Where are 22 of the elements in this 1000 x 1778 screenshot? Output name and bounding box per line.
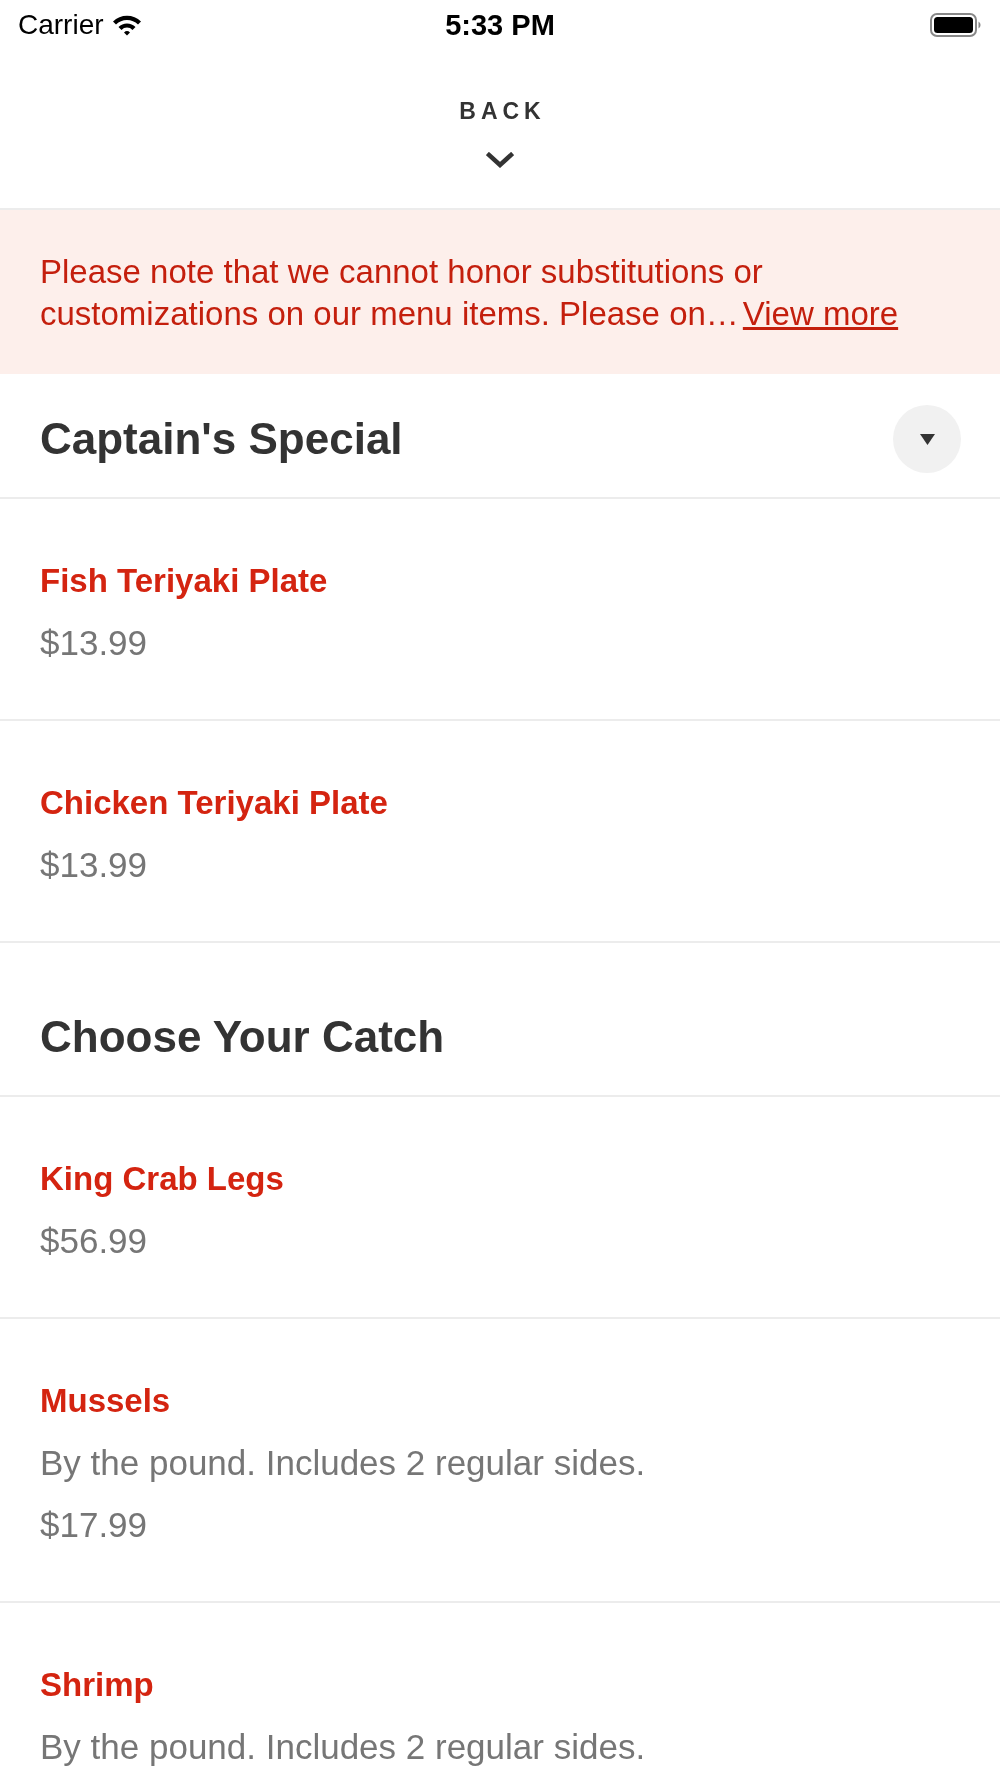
item-name[interactable]: King Crab Legs <box>40 1160 960 1198</box>
notice-text: Please note that we cannot honor substitutions or customizations on our menu items. Please on…View more <box>40 252 900 334</box>
item-price: $13.99 <box>40 624 149 662</box>
item-price: $56.99 <box>40 1222 149 1260</box>
view-more-link[interactable]: View more <box>742 295 899 332</box>
item-name[interactable]: Fish Teriyaki Plate <box>40 562 960 600</box>
wifi-icon <box>111 14 142 36</box>
item-description: By the pound. Includes 2 regular sides. <box>40 1444 647 1482</box>
section-title: Choose Your Catch <box>40 1011 445 1063</box>
section-title: Captain's Special <box>40 413 403 465</box>
item-description: By the pound. Includes 2 regular sides. <box>40 1728 647 1766</box>
status-time: 5:33 PM <box>445 8 555 42</box>
battery-icon <box>930 13 982 37</box>
item-price: $13.99 <box>40 846 149 884</box>
carrier-label: Carrier <box>18 9 104 41</box>
caret-down-icon <box>919 433 935 445</box>
item-price: $17.99 <box>40 1506 149 1544</box>
item-name[interactable]: Mussels <box>40 1382 960 1420</box>
item-name[interactable]: Shrimp <box>40 1666 960 1704</box>
chevron-down-icon <box>486 152 514 168</box>
back-button[interactable]: BACK <box>459 97 541 168</box>
item-name[interactable]: Chicken Teriyaki Plate <box>40 784 960 822</box>
